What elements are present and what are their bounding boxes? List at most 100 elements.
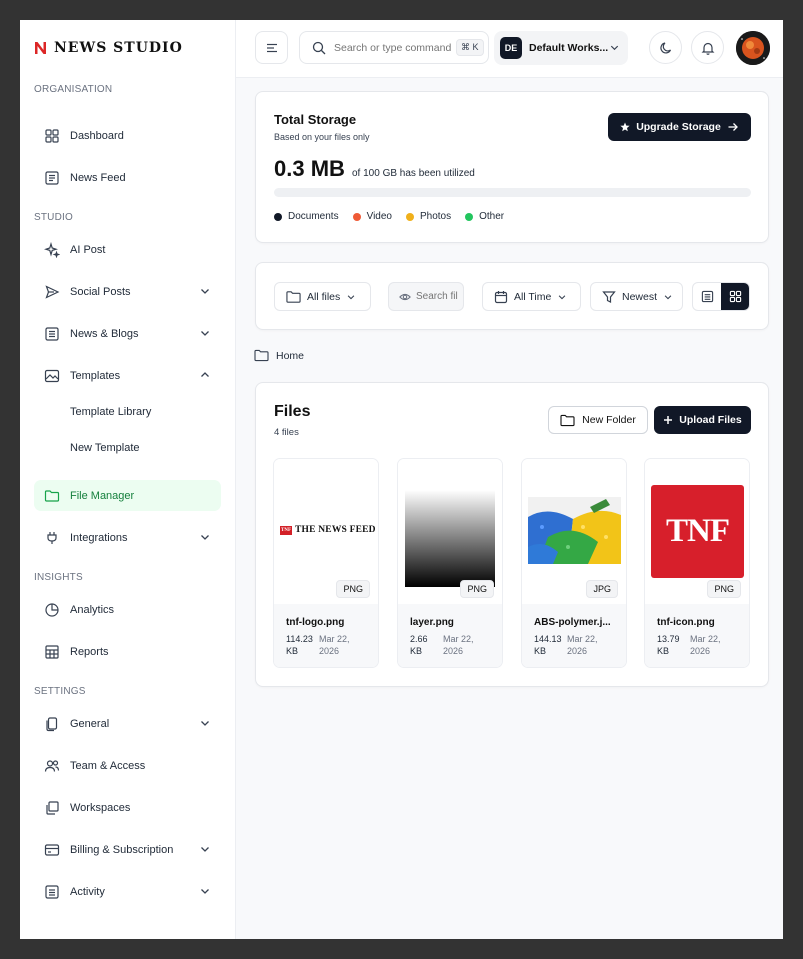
user-avatar[interactable] (736, 31, 770, 65)
grid-icon (729, 290, 741, 303)
sidebar-item-integrations[interactable]: Integrations (34, 522, 221, 553)
pie-chart-icon (44, 602, 60, 618)
sidebar-item-label: Activity (70, 885, 105, 898)
file-size: 114.23 KB (286, 634, 313, 656)
star-icon (620, 122, 630, 132)
upload-files-button[interactable]: Upload Files (654, 406, 751, 434)
file-type-badge: PNG (460, 580, 494, 598)
shortcut-badge: ⌘ K (456, 39, 484, 56)
sidebar-item-label: Reports (70, 645, 109, 658)
news-feed-logo: TNF THE NEWS FEED (280, 525, 376, 535)
time-filter[interactable]: All Time (482, 282, 581, 311)
sidebar-item-label: AI Post (70, 243, 106, 256)
storage-note: of 100 GB has been utilized (352, 168, 475, 179)
moon-icon (659, 41, 671, 53)
file-card[interactable]: TNF THE NEWS FEED PNG tnf-logo.png 114.2… (273, 458, 379, 668)
file-card[interactable]: TNF PNG tnf-icon.png 13.79 KB Mar 22, 20… (644, 458, 750, 668)
breadcrumb-home[interactable]: Home (276, 350, 304, 362)
sidebar-item-team-access[interactable]: Team & Access (34, 750, 221, 781)
news-studio-logo-icon (35, 42, 46, 54)
sidebar-item-label: Social Posts (70, 285, 131, 298)
notifications-button[interactable] (691, 31, 724, 64)
file-type-badge: PNG (707, 580, 741, 598)
chevron-down-icon (664, 294, 672, 299)
list-view-button[interactable] (693, 283, 721, 310)
workspace-name: Default Works... (529, 42, 609, 54)
sidebar-item-general[interactable]: General (34, 708, 221, 739)
sidebar-item-social-posts[interactable]: Social Posts (34, 276, 221, 307)
logo-text: THE NEWS FEED (295, 525, 376, 535)
sidebar-item-workspaces[interactable]: Workspaces (34, 792, 221, 823)
sidebar-item-analytics[interactable]: Analytics (34, 594, 221, 625)
workspace-selector[interactable]: DE Default Works... (494, 31, 628, 65)
folder-icon (254, 349, 269, 362)
legend-dot (465, 212, 474, 221)
upgrade-storage-button[interactable]: Upgrade Storage (608, 113, 751, 141)
sidebar-item-ai-post[interactable]: AI Post (34, 234, 221, 265)
sidebar-item-templates[interactable]: Templates (34, 360, 221, 391)
sidebar-item-reports[interactable]: Reports (34, 636, 221, 667)
storage-legend: Documents Video Photos Other (274, 211, 504, 222)
sidebar-item-label: News & Blogs (70, 327, 139, 340)
file-name: ABS-polymer.j... (534, 617, 611, 628)
chevron-down-icon (201, 889, 209, 894)
file-type-filter[interactable]: All files (274, 282, 371, 311)
file-size: 13.79 KB (657, 634, 680, 656)
sort-filter[interactable]: Newest (590, 282, 683, 311)
sidebar-item-file-manager[interactable]: File Manager (34, 480, 221, 511)
file-name: tnf-icon.png (657, 617, 715, 628)
storage-subtitle: Based on your files only (274, 132, 370, 142)
storage-title: Total Storage (274, 112, 357, 127)
file-type-filter-label: All files (307, 290, 341, 303)
chevron-down-icon (201, 331, 209, 336)
grid-view-button[interactable] (721, 283, 749, 310)
file-date: Mar 22, 2026 (567, 634, 598, 656)
file-info: tnf-logo.png 114.23 KB Mar 22, 2026 (274, 604, 378, 667)
tnf-icon-text: TNF (666, 513, 730, 549)
logo-mark: TNF (280, 525, 292, 535)
section-label-settings: SETTINGS (34, 686, 86, 697)
filter-icon (602, 290, 616, 303)
theme-toggle-button[interactable] (649, 31, 682, 64)
file-info: tnf-icon.png 13.79 KB Mar 22, 2026 (645, 604, 749, 667)
sidebar-item-activity[interactable]: Activity (34, 876, 221, 907)
chevron-down-icon (610, 45, 619, 51)
toggle-sidebar-button[interactable] (255, 31, 288, 64)
sidebar-item-news-blogs[interactable]: News & Blogs (34, 318, 221, 349)
sidebar-subitem-new-template[interactable]: New Template (70, 442, 140, 454)
command-search-input[interactable] (334, 41, 452, 54)
send-icon (44, 284, 60, 300)
calendar-icon (494, 290, 508, 303)
sidebar-item-label: Integrations (70, 531, 128, 544)
workspace-badge: DE (500, 37, 522, 59)
sidebar-item-label: Templates (70, 369, 121, 382)
legend-dot (352, 212, 361, 221)
new-folder-button[interactable]: New Folder (548, 406, 648, 434)
legend-video: Video (352, 211, 392, 222)
files-card: Files 4 files New Folder Upload Files TN… (255, 382, 769, 687)
image-icon (44, 368, 60, 384)
legend-photos: Photos (405, 211, 451, 222)
file-name: layer.png (410, 617, 454, 628)
menu-icon (266, 43, 277, 52)
sidebar-item-dashboard[interactable]: Dashboard (34, 120, 221, 151)
brand[interactable]: NEWS STUDIO (34, 40, 183, 56)
plus-icon (664, 416, 673, 424)
sidebar-item-news-feed[interactable]: News Feed (34, 162, 221, 193)
file-card[interactable]: PNG layer.png 2.66 KB Mar 22, 2026 (397, 458, 503, 668)
command-search[interactable]: ⌘ K (299, 31, 489, 64)
app-window: NEWS STUDIO ORGANISATION Dashboard News … (20, 20, 783, 939)
chevron-down-icon (201, 535, 209, 540)
folder-icon (560, 414, 575, 426)
sidebar-item-billing[interactable]: Billing & Subscription (34, 834, 221, 865)
file-search[interactable] (388, 282, 464, 311)
file-card[interactable]: JPG ABS-polymer.j... 144.13 KB Mar 22, 2… (521, 458, 627, 668)
arrow-right-icon (728, 123, 738, 131)
file-date: Mar 22, 2026 (690, 634, 721, 656)
file-thumbnail: JPG (522, 459, 626, 604)
files-count: 4 files (274, 427, 299, 438)
legend-label: Other (479, 211, 505, 222)
file-search-input[interactable] (416, 291, 458, 302)
file-date: Mar 22, 2026 (319, 634, 350, 656)
sidebar-subitem-template-library[interactable]: Template Library (70, 406, 151, 418)
